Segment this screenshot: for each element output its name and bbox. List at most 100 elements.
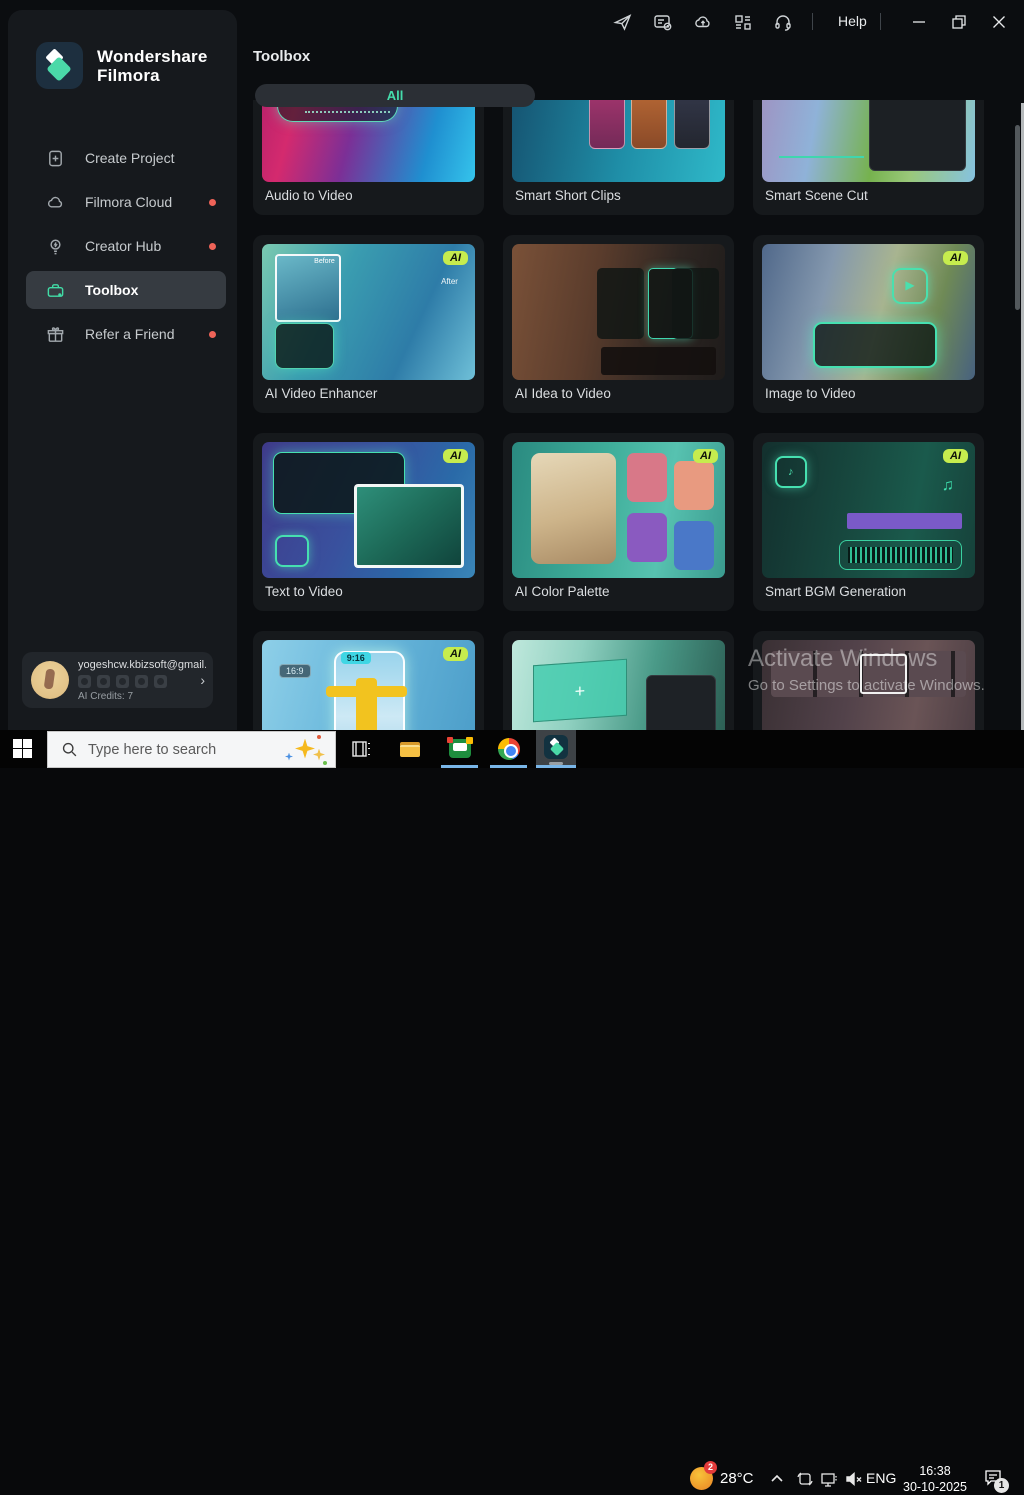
tool-card-ai-color-palette[interactable]: AI AI Color Palette	[503, 433, 734, 611]
task-view-icon[interactable]	[349, 737, 373, 761]
filter-all-tab[interactable]: All	[255, 84, 535, 107]
avatar	[31, 661, 69, 699]
volume-muted-icon[interactable]	[842, 1468, 864, 1490]
sidebar-item-label: Toolbox	[85, 282, 138, 298]
account-panel[interactable]: yogeshcw.kbizsoft@gmail... › AI Credits:…	[22, 652, 213, 708]
tray-chevron-up-icon[interactable]	[766, 1468, 788, 1490]
tool-card-text-to-video[interactable]: AI Text to Video	[253, 433, 484, 611]
tool-card-multicam[interactable]	[753, 631, 984, 730]
language-indicator[interactable]: ENG	[866, 1470, 896, 1486]
sidebar-item-label: Filmora Cloud	[85, 194, 172, 210]
toolbox-grid[interactable]: My Music Audio to Video Smart Short Clip…	[237, 100, 1024, 730]
project-media-icon[interactable]	[653, 12, 673, 32]
tool-thumbnail	[762, 100, 975, 182]
headset-icon[interactable]	[773, 12, 793, 32]
ai-badge: AI	[443, 251, 468, 265]
music-note-icon: ♪	[775, 456, 807, 489]
google-chat-icon[interactable]	[448, 737, 472, 761]
after-label: After	[441, 277, 458, 286]
close-button[interactable]	[988, 11, 1010, 33]
tool-card-planar-tracking[interactable]: +	[503, 631, 734, 730]
filter-all-label: All	[387, 88, 404, 103]
file-explorer-icon[interactable]	[398, 737, 422, 761]
tool-card-smart-scene-cut[interactable]: Smart Scene Cut	[753, 100, 984, 215]
cloud-upload-icon[interactable]	[693, 12, 713, 32]
gift-icon	[46, 325, 65, 344]
clock[interactable]: 16:38 30-10-2025	[898, 1463, 972, 1495]
tool-card-title: Smart Scene Cut	[765, 188, 868, 203]
ai-badge: AI	[943, 251, 968, 265]
achievement-badges	[78, 675, 167, 688]
send-icon[interactable]	[613, 12, 633, 32]
tool-thumbnail: AI	[512, 442, 725, 578]
tool-card-title: Smart BGM Generation	[765, 584, 906, 599]
temperature[interactable]: 28°C	[720, 1470, 754, 1487]
tool-thumbnail: ♪ ♫ AI	[762, 442, 975, 578]
notification-dot	[209, 331, 216, 338]
taskbar-search[interactable]: Type here to search	[47, 731, 336, 768]
filmora-window: Help Wondershare Filmora	[0, 0, 1024, 730]
sidebar-item-toolbox[interactable]: Toolbox	[26, 271, 226, 309]
tool-thumbnail	[512, 244, 725, 380]
sidebar-item-label: Creator Hub	[85, 238, 161, 254]
time: 16:38	[898, 1463, 972, 1479]
titlebar-divider	[812, 13, 813, 30]
sidebar-nav: Create Project Filmora Cloud Creator Hub…	[26, 139, 226, 359]
tool-card-title: AI Video Enhancer	[265, 386, 377, 401]
ai-credits: AI Credits: 7	[78, 691, 133, 702]
notification-count-badge: 1	[994, 1478, 1009, 1493]
badge-icon	[116, 675, 129, 688]
tool-card-smart-short-clips[interactable]: Smart Short Clips	[503, 100, 734, 215]
sidebar-item-creator-hub[interactable]: Creator Hub	[26, 227, 226, 265]
tool-card-audio-to-video[interactable]: My Music Audio to Video	[253, 100, 484, 215]
tool-card-ai-idea-to-video[interactable]: AI Idea to Video	[503, 235, 734, 413]
minimize-button[interactable]	[908, 11, 930, 33]
sidebar-item-label: Refer a Friend	[85, 326, 174, 342]
tool-card-image-to-video[interactable]: ▶ AI Image to Video	[753, 235, 984, 413]
chrome-icon[interactable]	[497, 737, 521, 761]
tool-thumbnail	[762, 640, 975, 730]
tool-thumbnail: AI	[262, 442, 475, 578]
sidebar-item-filmora-cloud[interactable]: Filmora Cloud	[26, 183, 226, 221]
tracking-region: +	[533, 658, 627, 722]
sidebar-item-refer-a-friend[interactable]: Refer a Friend	[26, 315, 226, 353]
tool-card-title: Image to Video	[765, 386, 856, 401]
file-plus-icon	[46, 149, 65, 168]
network-icon[interactable]	[818, 1468, 840, 1490]
ai-badge: AI	[443, 647, 468, 661]
tool-thumbnail: Before After AI	[262, 244, 475, 380]
tool-card-title: Audio to Video	[265, 188, 353, 203]
tool-thumbnail: +	[512, 640, 725, 730]
tool-thumbnail: My Music	[262, 100, 475, 182]
brand-name: Wondershare Filmora	[97, 47, 208, 85]
brand: Wondershare Filmora	[36, 42, 208, 89]
weather-alert-badge: 2	[704, 1461, 717, 1474]
tool-thumbnail: 16:9 9:16 AI	[262, 640, 475, 730]
tool-card-smart-bgm-generation[interactable]: ♪ ♫ AI Smart BGM Generation	[753, 433, 984, 611]
sidebar-item-create-project[interactable]: Create Project	[26, 139, 226, 177]
music-note-icon: ♫	[942, 477, 954, 495]
tool-thumbnail: ▶ AI	[762, 244, 975, 380]
help-menu[interactable]: Help	[838, 13, 867, 29]
tool-card-reframe[interactable]: 16:9 9:16 AI	[253, 631, 484, 730]
start-button[interactable]	[13, 739, 33, 759]
titlebar-divider	[880, 13, 881, 30]
cloud-icon	[46, 193, 65, 212]
tablet-sync-icon[interactable]	[794, 1468, 816, 1490]
restore-button[interactable]	[948, 11, 970, 33]
tool-card-ai-video-enhancer[interactable]: Before After AI AI Video Enhancer	[253, 235, 484, 413]
chevron-right-icon[interactable]: ›	[200, 672, 205, 688]
scrollbar-thumb[interactable]	[1015, 125, 1020, 310]
tool-card-title: AI Idea to Video	[515, 386, 611, 401]
apps-grid-icon[interactable]	[733, 12, 753, 32]
notification-dot	[209, 243, 216, 250]
sidebar-item-label: Create Project	[85, 150, 174, 166]
screen: Help Wondershare Filmora	[0, 0, 1024, 768]
copilot-sparkle-icon	[285, 735, 329, 765]
ratio-chip: 9:16	[341, 652, 371, 664]
badge-icon	[78, 675, 91, 688]
filmora-taskbar-button[interactable]	[536, 730, 576, 768]
sidebar: Wondershare Filmora Create Project Filmo…	[8, 10, 237, 730]
tool-thumbnail	[512, 100, 725, 182]
tool-card-title: Smart Short Clips	[515, 188, 621, 203]
